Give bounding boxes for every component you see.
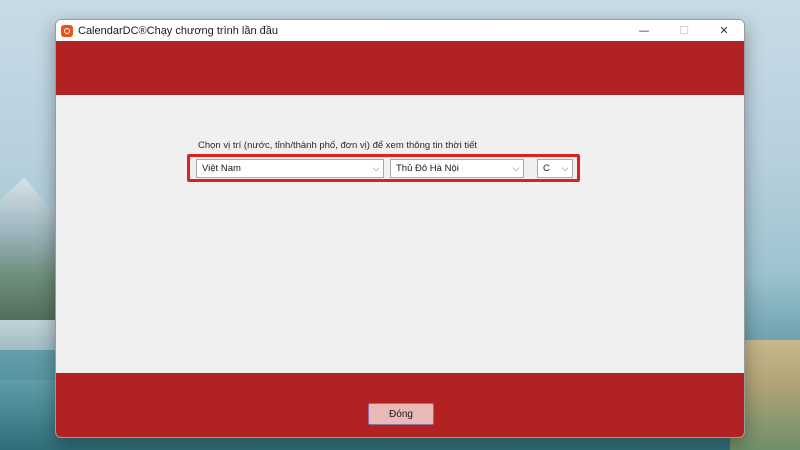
minimize-button[interactable]: — xyxy=(624,20,664,41)
title-bar[interactable]: CalendarDC®Chạy chương trình lần đầu — ☐… xyxy=(56,20,744,41)
unit-select[interactable]: C ⌵ xyxy=(537,159,573,178)
chevron-down-icon: ⌵ xyxy=(512,163,520,174)
window-controls: — ☐ ✕ xyxy=(624,20,744,41)
calendardc-app-icon xyxy=(61,24,73,37)
location-prompt-label: Chọn vị trí (nước, tỉnh/thành phố, đơn v… xyxy=(198,140,478,151)
chevron-down-icon: ⌵ xyxy=(561,163,569,174)
city-select[interactable]: Thủ Đô Hà Nội ⌵ xyxy=(390,159,524,178)
country-select-value: Việt Nam xyxy=(202,163,241,174)
header-banner xyxy=(56,41,744,95)
country-select[interactable]: Việt Nam ⌵ xyxy=(196,159,384,178)
close-button[interactable]: Đóng xyxy=(368,403,434,425)
unit-select-value: C xyxy=(543,163,550,174)
chevron-down-icon: ⌵ xyxy=(372,163,380,174)
maximize-button[interactable]: ☐ xyxy=(664,20,704,41)
app-window: CalendarDC®Chạy chương trình lần đầu — ☐… xyxy=(55,19,745,438)
city-select-value: Thủ Đô Hà Nội xyxy=(396,163,459,174)
close-window-button[interactable]: ✕ xyxy=(704,20,744,41)
main-content: Chọn vị trí (nước, tỉnh/thành phố, đơn v… xyxy=(56,95,744,373)
window-title: CalendarDC®Chạy chương trình lần đầu xyxy=(78,24,279,37)
footer-banner: Đóng xyxy=(56,373,744,437)
